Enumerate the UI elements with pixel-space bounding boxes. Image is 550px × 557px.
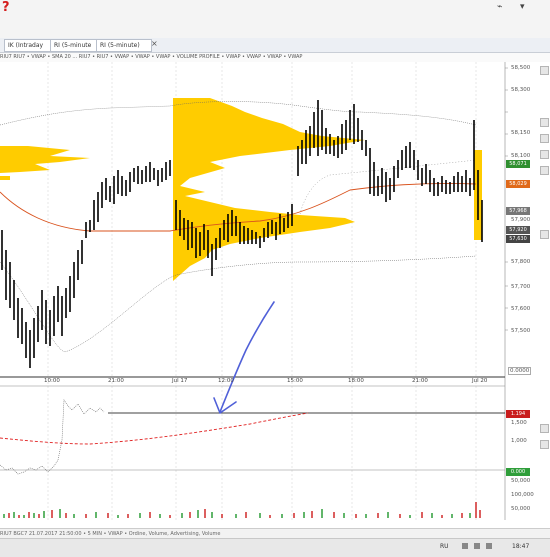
volume-bars [3, 502, 481, 518]
tray-icon[interactable] [486, 543, 492, 549]
indicator-axis[interactable]: 1,500 1,000 50,000 100,000 50,000 [507, 386, 540, 520]
macd-red-dashed [0, 412, 309, 445]
volume-profile-left [0, 146, 90, 180]
zero-value-label: 0.0000 [508, 367, 532, 375]
time-label: 12:00 [218, 378, 234, 384]
indicator-badge-green: 0.000 [506, 468, 530, 476]
volume-label: 100,000 [511, 492, 534, 498]
oscillator-line [0, 399, 105, 475]
price-label: 57,800 [511, 259, 531, 265]
tray-icon[interactable] [462, 543, 468, 549]
price-label: 57,900 [511, 217, 531, 223]
price-label: 58,300 [511, 87, 531, 93]
time-label: 15:00 [287, 378, 303, 384]
tray-icon[interactable] [474, 543, 480, 549]
side-tool-button[interactable] [540, 66, 549, 75]
price-label: 57,500 [511, 328, 531, 334]
language-indicator[interactable]: RU [440, 543, 449, 550]
side-tool-button[interactable] [540, 440, 549, 449]
side-tool-button[interactable] [540, 166, 549, 175]
indicator-label: 1,000 [511, 438, 527, 444]
volume-label: 50,000 [511, 506, 531, 512]
annotation-arrow [213, 301, 275, 414]
price-label: 58,500 [511, 65, 531, 71]
price-label: 58,150 [511, 130, 531, 136]
side-tool-button[interactable] [540, 424, 549, 433]
clock[interactable]: 18:47 [512, 543, 529, 550]
taskbar: RU 18:47 [0, 538, 550, 557]
price-badge-close: 57,920 [506, 226, 530, 234]
indicator-badge-red: 1.194 [506, 410, 530, 418]
time-label: 18:00 [348, 378, 364, 384]
price-badge-vwap: 58,029 [506, 180, 530, 188]
price-label: 57,700 [511, 284, 531, 290]
lower-band-line [0, 255, 477, 353]
side-tool-button[interactable] [540, 230, 549, 239]
time-label: Jul 17 [172, 378, 188, 384]
price-label: 57,600 [511, 306, 531, 312]
side-tool-button[interactable] [540, 118, 549, 127]
time-axis[interactable]: 10:00 21:00 Jul 17 12:00 15:00 18:00 21:… [0, 377, 505, 386]
indicator-label: 1,500 [511, 420, 527, 426]
price-badge-lower: 57,630 [506, 235, 530, 243]
price-badge-vwap-upper: 58,071 [506, 160, 530, 168]
volume-label: 50,000 [511, 478, 531, 484]
side-tool-button[interactable] [540, 150, 549, 159]
chart-canvas[interactable] [0, 0, 550, 556]
volume-profile-middle [173, 98, 365, 281]
price-axis[interactable]: 58,500 58,300 58,150 58,100 57,900 57,80… [507, 62, 540, 377]
time-label: Jul 20 [472, 378, 488, 384]
price-label: 58,100 [511, 153, 531, 159]
time-label: 10:00 [44, 378, 60, 384]
time-label: 21:00 [412, 378, 428, 384]
side-tool-button[interactable] [540, 134, 549, 143]
price-badge-band: 57,968 [506, 207, 530, 215]
time-label: 21:00 [108, 378, 124, 384]
